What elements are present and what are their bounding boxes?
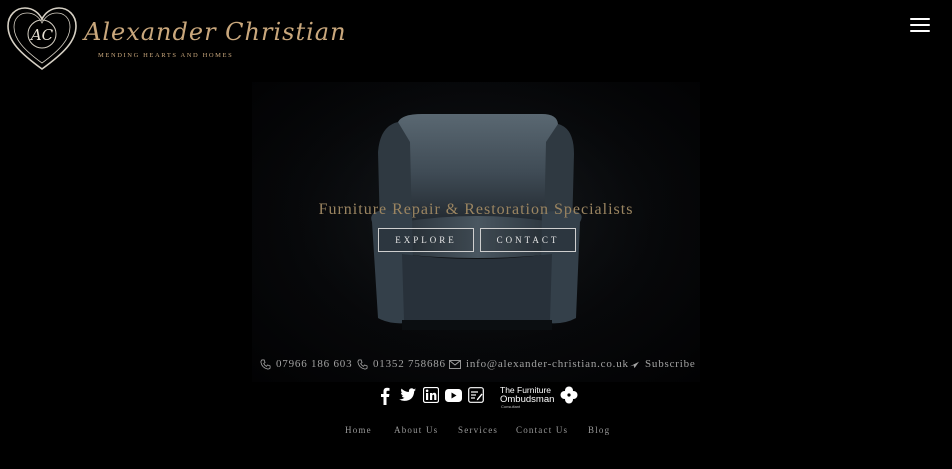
phone-icon: [357, 359, 368, 369]
contact-bar: 07966 186 603 01352 758686 info@alexande…: [0, 358, 952, 372]
phone-link-1[interactable]: 07966 186 603: [260, 358, 352, 370]
footer-link-blog[interactable]: Blog: [588, 425, 610, 435]
footer-link-home[interactable]: Home: [345, 425, 372, 435]
footer-link-services[interactable]: Services: [458, 425, 498, 435]
footer-navigation: Home About Us Services Contact Us Blog: [0, 425, 952, 437]
logo-monogram: AC: [29, 26, 54, 44]
footer-link-about[interactable]: About Us: [394, 425, 438, 435]
ombudsman-line3: Consultant: [501, 404, 521, 409]
ombudsman-emblem-icon: [560, 386, 578, 404]
phone-number-1: 07966 186 603: [276, 358, 353, 370]
youtube-icon[interactable]: [445, 389, 462, 402]
hero-armchair-image: [252, 82, 700, 382]
envelope-icon: [449, 359, 461, 369]
phone-link-2[interactable]: 01352 758686: [357, 358, 446, 370]
email-address: info@alexander-christian.co.uk: [466, 358, 629, 370]
subscribe-link[interactable]: Subscribe: [629, 358, 696, 370]
phone-number-2: 01352 758686: [373, 358, 446, 370]
facebook-icon[interactable]: [380, 387, 390, 405]
explore-button[interactable]: EXPLORE: [378, 228, 474, 252]
email-link[interactable]: info@alexander-christian.co.uk: [449, 358, 629, 370]
phone-icon: [260, 359, 271, 369]
brand-logo[interactable]: AC Alexander Christian MENDING HEARTS AN…: [6, 6, 346, 72]
hero-headline: Furniture Repair & Restoration Specialis…: [318, 201, 634, 218]
footer-link-contact[interactable]: Contact Us: [516, 425, 568, 435]
logo-tagline: MENDING HEARTS AND HOMES: [98, 52, 234, 59]
heart-monogram-logo: AC: [7, 7, 77, 70]
paper-plane-icon: [630, 361, 639, 368]
logo-wordmark: Alexander Christian: [84, 18, 347, 46]
linkedin-icon[interactable]: [423, 387, 439, 403]
contact-button[interactable]: CONTACT: [480, 228, 576, 252]
hamburger-icon[interactable]: [910, 18, 930, 34]
armchair-illustration: [252, 82, 700, 382]
blog-icon[interactable]: [468, 387, 484, 403]
subscribe-label: Subscribe: [645, 358, 696, 370]
twitter-icon[interactable]: [399, 387, 416, 403]
